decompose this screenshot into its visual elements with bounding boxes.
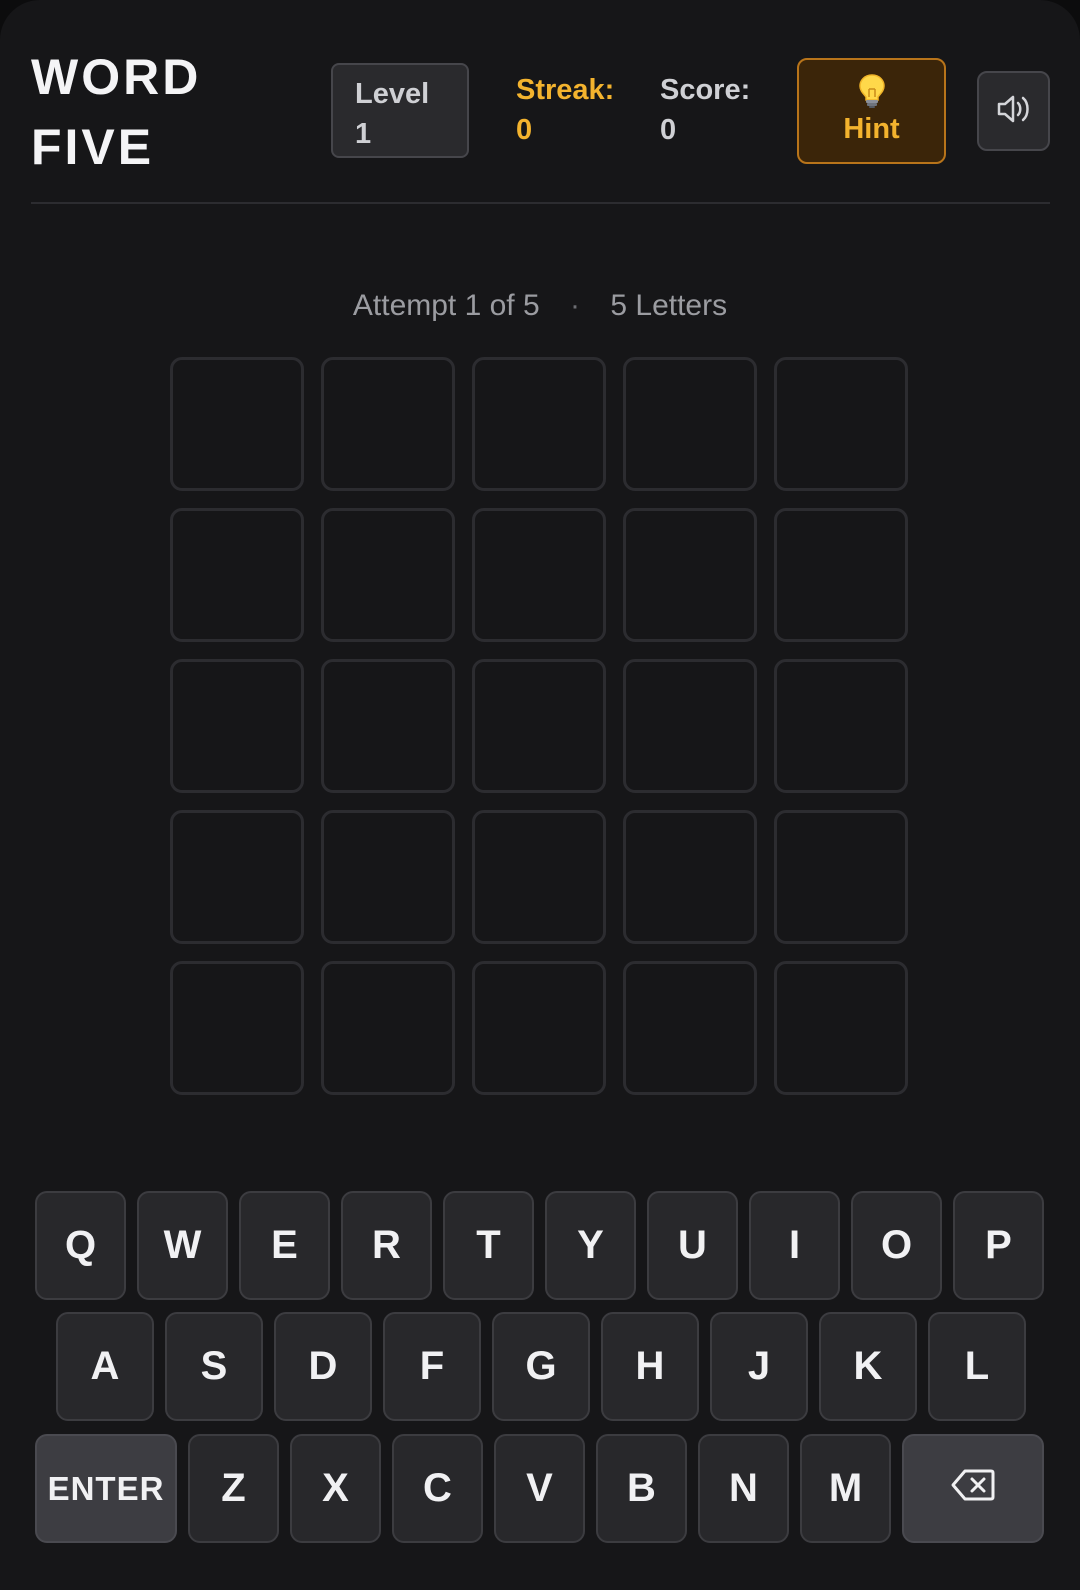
keyboard-row-1: Q W E R T Y U I O P (35, 1191, 1044, 1300)
letter-tile (321, 961, 455, 1095)
key-m[interactable]: M (800, 1434, 891, 1543)
hint-label: Hint (843, 113, 900, 145)
letter-tile (321, 810, 455, 944)
letter-tile (170, 810, 304, 944)
key-t[interactable]: T (443, 1191, 534, 1300)
score-label: Score: (660, 74, 751, 106)
letter-tile (623, 508, 757, 642)
title-line-1: WORD (31, 49, 202, 105)
key-d[interactable]: D (274, 1312, 372, 1421)
letter-tile (472, 357, 606, 491)
key-e[interactable]: E (239, 1191, 330, 1300)
key-i[interactable]: I (749, 1191, 840, 1300)
key-k[interactable]: K (819, 1312, 917, 1421)
letter-tile (170, 508, 304, 642)
key-v[interactable]: V (494, 1434, 585, 1543)
key-p[interactable]: P (953, 1191, 1044, 1300)
streak-value: 0 (516, 114, 533, 146)
letter-tile (774, 961, 908, 1095)
score-value: 0 (660, 114, 677, 146)
key-r[interactable]: R (341, 1191, 432, 1300)
backspace-key[interactable] (902, 1434, 1044, 1543)
letter-tile (170, 961, 304, 1095)
key-z[interactable]: Z (188, 1434, 279, 1543)
key-g[interactable]: G (492, 1312, 590, 1421)
key-y[interactable]: Y (545, 1191, 636, 1300)
keyboard-row-2: A S D F G H J K L (56, 1312, 1026, 1421)
key-f[interactable]: F (383, 1312, 481, 1421)
level-label: Level (355, 78, 430, 110)
letter-tile (774, 810, 908, 944)
streak-counter: Streak: 0 (516, 70, 614, 150)
level-value: 1 (355, 118, 372, 150)
key-u[interactable]: U (647, 1191, 738, 1300)
letter-tile (321, 659, 455, 793)
game-container: WORD FIVE Level 1 Streak: 0 Score: 0 Hin… (0, 0, 1080, 1590)
letter-tile (321, 357, 455, 491)
letter-tile (472, 508, 606, 642)
streak-label: Streak: (516, 74, 615, 106)
letter-tile (472, 659, 606, 793)
key-l[interactable]: L (928, 1312, 1026, 1421)
key-q[interactable]: Q (35, 1191, 126, 1300)
letter-tile (623, 357, 757, 491)
letter-tile (170, 357, 304, 491)
key-w[interactable]: W (137, 1191, 228, 1300)
status-separator: · (570, 289, 581, 322)
key-x[interactable]: X (290, 1434, 381, 1543)
key-j[interactable]: J (710, 1312, 808, 1421)
letter-tile (623, 810, 757, 944)
attempt-status: Attempt 1 of 5 · 5 Letters (0, 286, 1080, 326)
attempt-counter: Attempt 1 of 5 (352, 289, 540, 322)
header-divider (31, 202, 1050, 204)
score-counter: Score: 0 (660, 70, 750, 150)
letter-tile (774, 659, 908, 793)
letter-tile (321, 508, 455, 642)
game-title: WORD FIVE (31, 42, 201, 182)
letter-tile (774, 357, 908, 491)
sound-toggle-button[interactable] (977, 71, 1050, 151)
key-a[interactable]: A (56, 1312, 154, 1421)
key-n[interactable]: N (698, 1434, 789, 1543)
letter-count: 5 Letters (610, 289, 728, 322)
letter-tile (472, 961, 606, 1095)
key-s[interactable]: S (165, 1312, 263, 1421)
lightbulb-icon (799, 73, 944, 109)
key-o[interactable]: O (851, 1191, 942, 1300)
letter-tile (472, 810, 606, 944)
backspace-icon (951, 1468, 995, 1510)
speaker-icon (995, 92, 1033, 131)
key-c[interactable]: C (392, 1434, 483, 1543)
hint-button[interactable]: Hint (797, 58, 946, 164)
letter-tile (623, 961, 757, 1095)
key-b[interactable]: B (596, 1434, 687, 1543)
guess-grid (170, 357, 908, 1095)
level-indicator: Level 1 (331, 63, 469, 158)
letter-tile (774, 508, 908, 642)
keyboard-row-3: ENTER Z X C V B N M (35, 1434, 1044, 1543)
title-line-2: FIVE (31, 119, 155, 175)
letter-tile (170, 659, 304, 793)
enter-key[interactable]: ENTER (35, 1434, 177, 1543)
letter-tile (623, 659, 757, 793)
key-h[interactable]: H (601, 1312, 699, 1421)
